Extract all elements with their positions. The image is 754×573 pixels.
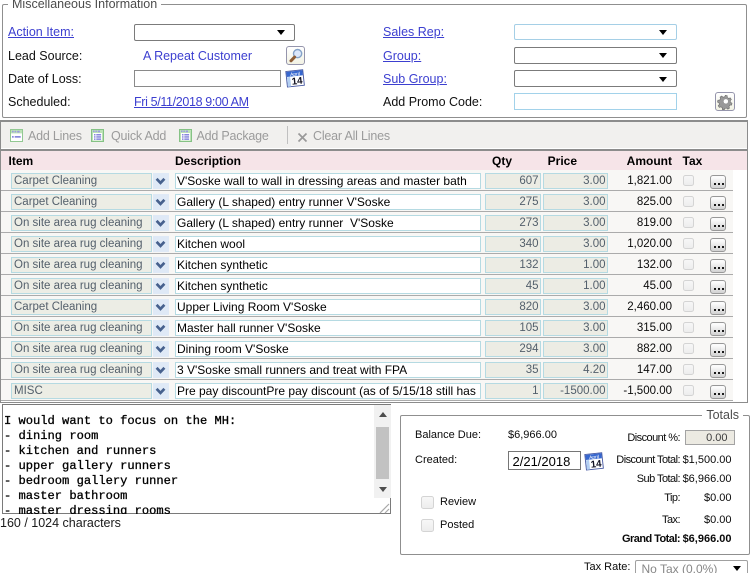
svg-text:14: 14: [291, 75, 304, 87]
